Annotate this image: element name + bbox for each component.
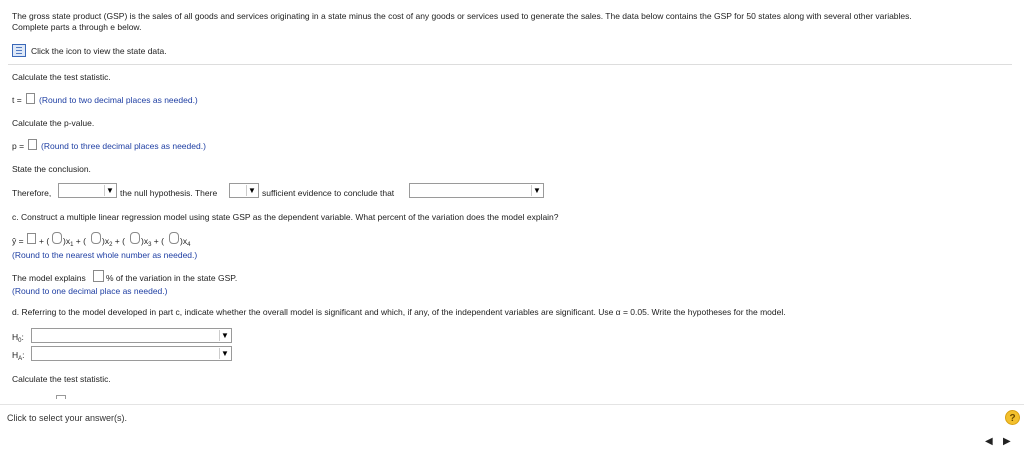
conclusion-dropdown[interactable]: ▼ — [409, 183, 544, 198]
part-d-question: d. Referring to the model developed in p… — [12, 307, 786, 317]
x4-term: )x4 — [180, 236, 191, 248]
t-answer-field[interactable] — [26, 93, 35, 104]
plus-sign: + ( — [39, 236, 50, 246]
conclusion-heading: State the conclusion. — [12, 164, 91, 174]
coef-x1-field[interactable] — [52, 232, 62, 244]
model-explains-suffix: % of the variation in the state GSP. — [106, 273, 238, 283]
dropdown-arrow-icon: ▼ — [219, 330, 230, 341]
yhat-label: ŷ = — [12, 236, 24, 246]
t-label: t = — [12, 95, 22, 105]
x1-term: )x1 + ( — [63, 236, 86, 248]
part-c-hint: (Round to the nearest whole number as ne… — [12, 250, 198, 260]
reject-decision-dropdown[interactable]: ▼ — [58, 183, 117, 198]
evidence-dropdown[interactable]: ▼ — [229, 183, 259, 198]
x2-term: )x2 + ( — [102, 236, 125, 248]
h0-label: H0: — [12, 332, 24, 344]
footer-divider — [0, 404, 1024, 405]
dropdown-arrow-icon: ▼ — [219, 348, 230, 359]
p-hint: (Round to three decimal places as needed… — [41, 141, 206, 151]
percent-explained-field[interactable] — [93, 270, 104, 282]
help-icon[interactable]: ? — [1005, 410, 1020, 425]
prev-arrow-icon[interactable]: ◀ — [985, 436, 993, 447]
sufficient-evidence-text: sufficient evidence to conclude that — [262, 188, 395, 198]
p-label: p = — [12, 141, 25, 151]
p-value-heading: Calculate the p-value. — [12, 118, 95, 128]
p-answer-field[interactable] — [28, 139, 37, 150]
ha-label: HA: — [12, 350, 25, 362]
intro-line-1: The gross state product (GSP) is the sal… — [12, 11, 912, 21]
select-answer-prompt: Click to select your answer(s). — [7, 413, 128, 423]
data-link-label[interactable]: Click the icon to view the state data. — [31, 46, 167, 56]
null-hypothesis-text: the null hypothesis. There — [120, 188, 218, 198]
next-arrow-icon[interactable]: ▶ — [1003, 436, 1011, 447]
intercept-field[interactable] — [27, 233, 36, 244]
dropdown-arrow-icon: ▼ — [531, 185, 542, 196]
dropdown-arrow-icon: ▼ — [104, 185, 115, 196]
therefore-label: Therefore, — [12, 188, 52, 198]
coef-x4-field[interactable] — [169, 232, 179, 244]
partial-answer-field — [56, 395, 66, 399]
coef-x2-field[interactable] — [91, 232, 101, 244]
coef-x3-field[interactable] — [130, 232, 140, 244]
test-statistic-heading: Calculate the test statistic. — [12, 72, 111, 82]
part-d-test-statistic-heading: Calculate the test statistic. — [12, 374, 111, 384]
h0-dropdown[interactable]: ▼ — [31, 328, 232, 343]
ha-dropdown[interactable]: ▼ — [31, 346, 232, 361]
divider — [8, 64, 1012, 65]
intro-line-2: Complete parts a through e below. — [12, 22, 142, 32]
dropdown-arrow-icon: ▼ — [246, 185, 257, 196]
part-c-question: c. Construct a multiple linear regressio… — [12, 212, 559, 222]
model-explains-label: The model explains — [12, 273, 86, 283]
table-grid-icon[interactable] — [12, 44, 26, 57]
part-c-hint-2: (Round to one decimal place as needed.) — [12, 286, 168, 296]
t-hint: (Round to two decimal places as needed.) — [39, 95, 198, 105]
x3-term: )x3 + ( — [141, 236, 164, 248]
